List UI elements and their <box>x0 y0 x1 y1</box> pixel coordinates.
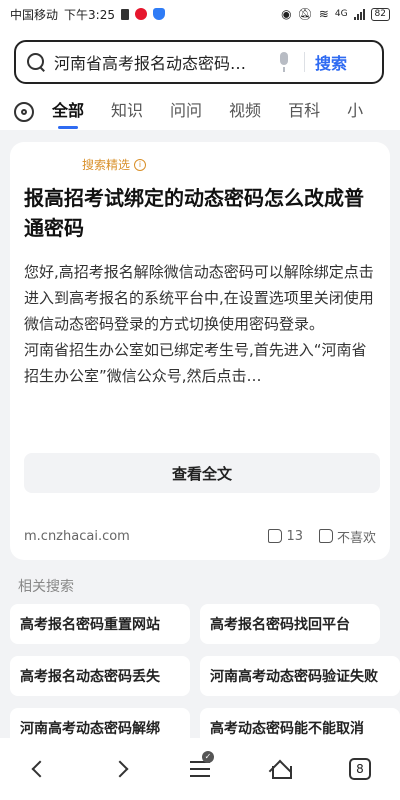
bottom-nav: ✓ 8 <box>0 738 400 800</box>
signal-icon <box>353 8 365 20</box>
result-footer: m.cnzhacai.com 13 不喜欢 <box>24 524 376 548</box>
search-icon <box>26 52 46 72</box>
result-body-paragraph: 河南省招生办公室如已绑定考生号,首先进入“河南省招生办公室”微信公众号,然后点击… <box>24 341 367 385</box>
like-count: 13 <box>286 528 303 544</box>
related-item[interactable]: 高考报名密码重置网站 <box>10 604 190 644</box>
chevron-right-icon <box>111 760 129 778</box>
mute-bell-icon: 🔕︎ <box>297 7 313 21</box>
home-button[interactable] <box>260 749 300 789</box>
search-input[interactable]: 河南省高考报名动态密码… <box>54 50 264 74</box>
result-title[interactable]: 报高招考试绑定的动态密码怎么改成普通密码 <box>24 183 376 243</box>
tab-video[interactable]: 视频 <box>229 97 261 127</box>
thumb-up-icon <box>268 529 283 543</box>
read-more-button[interactable]: 查看全文 <box>24 453 380 493</box>
related-item[interactable]: 高考报名动态密码丢失 <box>10 656 190 696</box>
shield-icon <box>152 8 165 20</box>
weibo-icon <box>134 8 147 20</box>
forward-button[interactable] <box>100 749 140 789</box>
category-tabs: 全部 知识 问问 视频 百科 小 <box>0 94 400 130</box>
menu-button[interactable]: ✓ <box>180 749 220 789</box>
search-button[interactable]: 搜索 <box>315 50 347 74</box>
check-badge-icon: ✓ <box>202 751 214 763</box>
search-box[interactable]: 河南省高考报名动态密码… 搜索 <box>14 40 384 84</box>
home-icon <box>269 759 292 779</box>
wifi-icon: ≋ <box>318 7 329 21</box>
dislike-label: 不喜欢 <box>336 530 376 546</box>
result-card[interactable]: 搜索精选 i 报高招考试绑定的动态密码怎么改成普通密码 您好,高招考报名解除微信… <box>10 142 390 560</box>
tab-ask[interactable]: 问问 <box>170 97 202 127</box>
info-icon[interactable]: i <box>134 158 147 171</box>
related-item[interactable]: 河南高考动态密码验证失败 <box>200 656 400 696</box>
chevron-left-icon <box>31 760 49 778</box>
sim-icon <box>120 8 129 20</box>
featured-tag: 搜索精选 i <box>24 156 376 173</box>
like-button[interactable]: 13 <box>268 529 303 544</box>
tabs-button[interactable]: 8 <box>340 749 380 789</box>
tab-more[interactable]: 小 <box>347 97 363 127</box>
related-searches-title: 相关搜索 <box>18 579 74 595</box>
menu-icon <box>190 761 210 777</box>
source-link[interactable]: m.cnzhacai.com <box>24 529 268 544</box>
thumb-down-icon <box>318 529 333 543</box>
battery-icon: 82 <box>370 7 390 21</box>
eye-icon: ◉ <box>281 7 292 21</box>
back-button[interactable] <box>20 749 60 789</box>
result-body: 您好,高招考报名解除微信动态密码可以解除绑定点击进入到高考报名的系统平台中,在设… <box>24 259 376 441</box>
status-bar: 中国移动 下午3:25 ◉ 🔕︎ ≋ 4G 82 <box>0 0 400 28</box>
result-body-paragraph: 您好,高招考报名解除微信动态密码可以解除绑定点击进入到高考报名的系统平台中,在设… <box>24 263 374 333</box>
carrier-label: 中国移动 <box>10 7 59 22</box>
tab-encyclopedia[interactable]: 百科 <box>288 97 320 127</box>
header: 河南省高考报名动态密码… 搜索 全部 知识 问问 视频 百科 小 <box>0 28 400 130</box>
tab-knowledge[interactable]: 知识 <box>111 97 143 127</box>
time-label: 下午3:25 <box>64 7 115 22</box>
related-item[interactable]: 高考报名密码找回平台 <box>200 604 380 644</box>
gear-icon[interactable] <box>14 102 34 122</box>
search-divider <box>304 52 305 72</box>
dislike-button[interactable]: 不喜欢 <box>318 527 376 546</box>
network-label: 4G <box>334 9 348 19</box>
tab-all[interactable]: 全部 <box>52 97 84 129</box>
featured-tag-label: 搜索精选 <box>82 158 131 172</box>
screen: 中国移动 下午3:25 ◉ 🔕︎ ≋ 4G 82 河南省高考报名动态密码… 搜索… <box>0 0 400 800</box>
microphone-icon[interactable] <box>274 50 294 74</box>
tab-count-badge: 8 <box>349 758 371 780</box>
